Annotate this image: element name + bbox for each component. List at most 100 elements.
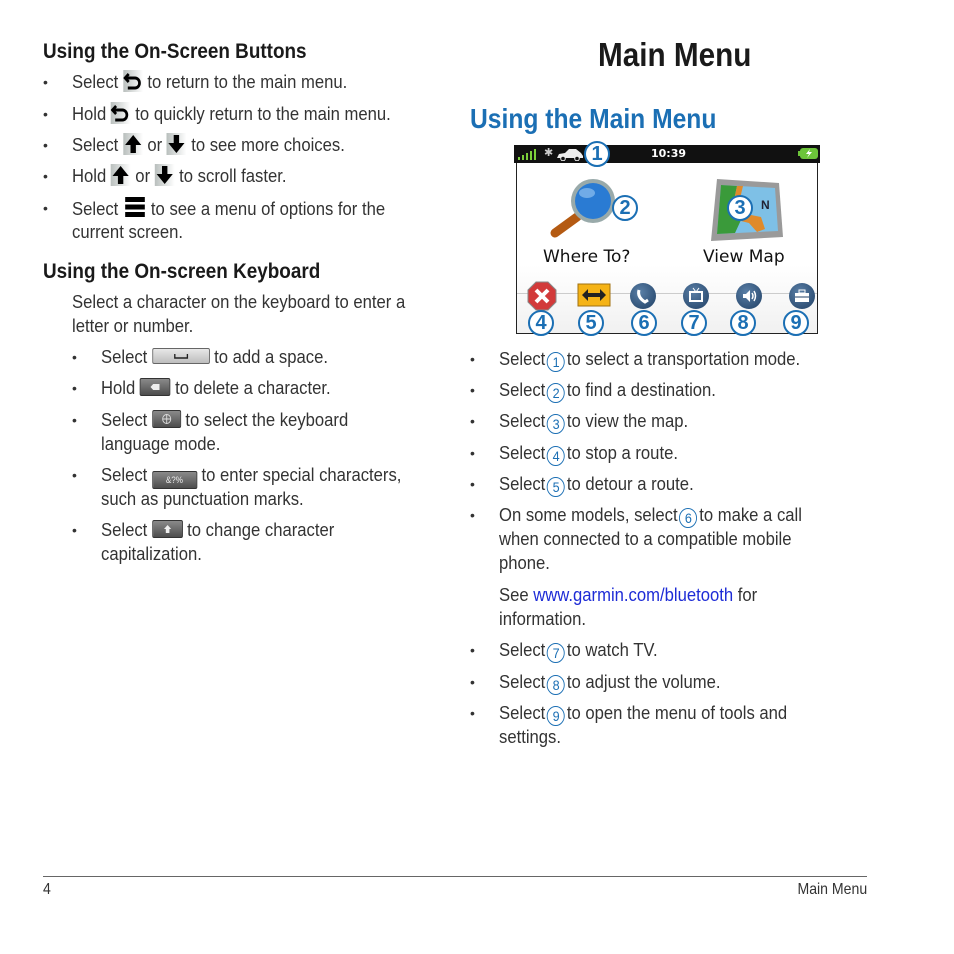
stop-icon[interactable] bbox=[527, 281, 557, 311]
bullet: • bbox=[72, 412, 77, 428]
delete-key-icon bbox=[139, 378, 171, 396]
keyboard-intro-continued: letter or number. bbox=[72, 315, 194, 336]
item-prefix: Hold bbox=[72, 103, 107, 124]
car-icon[interactable] bbox=[556, 148, 584, 161]
view-map-label[interactable]: View Map bbox=[703, 247, 785, 267]
item-suffix: to add a space. bbox=[214, 346, 328, 367]
phone-icon[interactable] bbox=[630, 283, 656, 309]
callout-8: 8 bbox=[730, 310, 756, 336]
item-prefix: Select bbox=[101, 409, 148, 430]
item-or: or bbox=[147, 134, 163, 155]
divider bbox=[517, 293, 817, 294]
bullet: • bbox=[470, 476, 475, 492]
item-suffix: to find a destination. bbox=[566, 379, 716, 400]
main-menu-screen: N Where To? View Map bbox=[516, 163, 818, 334]
detour-icon[interactable] bbox=[577, 283, 611, 309]
space-key-icon bbox=[151, 348, 210, 364]
bullet: • bbox=[72, 349, 77, 365]
callout-ref: 7 bbox=[547, 643, 566, 663]
item-prefix: Select bbox=[72, 71, 119, 92]
item-suffix: to watch TV. bbox=[566, 639, 658, 660]
svg-text:N: N bbox=[761, 198, 770, 212]
callout-1: 1 bbox=[584, 141, 610, 167]
item-prefix: Select bbox=[72, 134, 119, 155]
item-prefix: Select bbox=[101, 519, 148, 540]
list-item: Select to return to the main menu. bbox=[72, 70, 347, 94]
item-suffix: to enter special characters, bbox=[201, 464, 402, 485]
item-suffix: to adjust the volume. bbox=[566, 671, 721, 692]
see-prefix: See bbox=[499, 584, 529, 605]
item-prefix: Select bbox=[499, 348, 546, 369]
callout-2: 2 bbox=[612, 195, 638, 221]
bullet: • bbox=[72, 522, 77, 538]
list-item: Select 7 to watch TV. bbox=[499, 638, 658, 663]
callout-4: 4 bbox=[528, 310, 554, 336]
shift-key-icon bbox=[151, 520, 183, 538]
callout-ref: 1 bbox=[547, 352, 566, 372]
back-arrow-icon bbox=[110, 102, 131, 124]
device-screen: ✱ 10:39 N Where To? View Map 1 2 3 4 5 6… bbox=[514, 141, 820, 336]
volume-icon[interactable] bbox=[736, 283, 762, 309]
item-continuation: when connected to a compatible mobile bbox=[499, 528, 792, 549]
item-prefix: Select bbox=[499, 671, 546, 692]
item-continuation: phone. bbox=[499, 552, 550, 573]
see-note: See www.garmin.com/bluetooth for bbox=[499, 583, 757, 607]
bullet: • bbox=[470, 382, 475, 398]
list-item: Select to change character bbox=[101, 518, 334, 542]
callout-ref: 9 bbox=[547, 706, 566, 726]
callout-5: 5 bbox=[578, 310, 604, 336]
bullet: • bbox=[43, 168, 48, 184]
tv-icon[interactable] bbox=[683, 283, 709, 309]
language-key-icon bbox=[151, 410, 181, 428]
item-prefix: Select bbox=[499, 442, 546, 463]
callout-9: 9 bbox=[783, 310, 809, 336]
up-arrow-icon bbox=[122, 133, 143, 155]
item-prefix: Select bbox=[499, 379, 546, 400]
list-item: Hold to delete a character. bbox=[101, 376, 331, 400]
bullet: • bbox=[470, 445, 475, 461]
callout-6: 6 bbox=[631, 310, 657, 336]
bullet: • bbox=[43, 74, 48, 90]
tools-icon[interactable] bbox=[789, 283, 815, 309]
item-suffix: to open the menu of tools and bbox=[566, 702, 788, 723]
where-to-label[interactable]: Where To? bbox=[543, 247, 630, 267]
item-prefix: Hold bbox=[101, 377, 136, 398]
item-prefix: Select bbox=[101, 464, 148, 485]
callout-ref: 5 bbox=[547, 477, 566, 497]
see-note-continued: information. bbox=[499, 608, 586, 629]
item-suffix: to select a transportation mode. bbox=[566, 348, 801, 369]
garmin-bluetooth-link[interactable]: www.garmin.com/bluetooth bbox=[533, 584, 733, 605]
list-item: Select 8 to adjust the volume. bbox=[499, 670, 721, 695]
item-prefix: Select bbox=[499, 410, 546, 431]
up-arrow-icon bbox=[110, 164, 131, 186]
item-suffix: to change character bbox=[187, 519, 335, 540]
item-suffix: to view the map. bbox=[566, 410, 689, 431]
list-item: Select &?% to enter special characters, bbox=[101, 463, 401, 489]
bullet: • bbox=[43, 106, 48, 122]
item-suffix: to make a call bbox=[699, 504, 802, 525]
item-suffix: to scroll faster. bbox=[179, 165, 287, 186]
list-item: Select 4 to stop a route. bbox=[499, 441, 678, 466]
status-bar: ✱ 10:39 bbox=[514, 145, 820, 163]
bullet: • bbox=[43, 200, 48, 216]
callout-7: 7 bbox=[681, 310, 707, 336]
item-or: or bbox=[135, 165, 151, 186]
item-suffix: to delete a character. bbox=[175, 377, 331, 398]
down-arrow-icon bbox=[166, 133, 187, 155]
bullet: • bbox=[470, 351, 475, 367]
where-to-magnifier-icon[interactable] bbox=[547, 173, 619, 243]
item-prefix: Hold bbox=[72, 165, 107, 186]
back-arrow-icon bbox=[122, 70, 143, 92]
callout-3: 3 bbox=[727, 195, 753, 221]
section-heading-main-menu: Using the Main Menu bbox=[470, 103, 717, 134]
list-item: Select or to see more choices. bbox=[72, 133, 345, 157]
item-suffix: to stop a route. bbox=[566, 442, 678, 463]
list-item: On some models, select 6 to make a call bbox=[499, 503, 802, 528]
list-item: Select to add a space. bbox=[101, 345, 328, 369]
list-item: Select to select the keyboard bbox=[101, 408, 348, 432]
bullet: • bbox=[470, 705, 475, 721]
bullet: • bbox=[470, 674, 475, 690]
item-suffix: to return to the main menu. bbox=[147, 71, 348, 92]
callout-ref: 3 bbox=[547, 414, 566, 434]
item-prefix: Select bbox=[499, 702, 546, 723]
